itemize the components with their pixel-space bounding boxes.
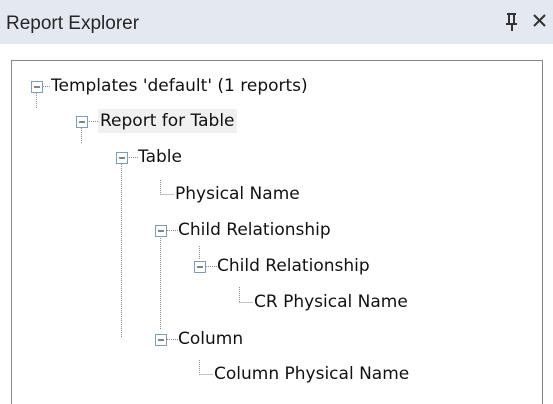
collapse-icon[interactable] bbox=[116, 152, 128, 164]
collapse-icon[interactable] bbox=[194, 261, 206, 273]
tree-node-child-relationship-nested[interactable]: Child Relationship bbox=[215, 254, 372, 278]
collapse-icon[interactable] bbox=[76, 116, 88, 128]
pin-icon[interactable] bbox=[503, 10, 523, 32]
close-icon[interactable] bbox=[530, 11, 550, 31]
panel-title-bar: Report Explorer bbox=[0, 0, 553, 44]
tree-node-report-for-table[interactable]: Report for Table bbox=[98, 109, 237, 133]
report-explorer-panel: Report Explorer Templates 'default' (1 r… bbox=[0, 0, 553, 404]
tree-node-table[interactable]: Table bbox=[136, 145, 184, 169]
tree-node-column[interactable]: Column bbox=[176, 327, 245, 351]
tree-node-cr-physical-name[interactable]: CR Physical Name bbox=[252, 290, 410, 314]
collapse-icon[interactable] bbox=[31, 81, 43, 93]
tree-node-physical-name[interactable]: Physical Name bbox=[173, 182, 302, 206]
tree-node-column-physical-name[interactable]: Column Physical Name bbox=[212, 362, 411, 386]
tree-node-child-relationship[interactable]: Child Relationship bbox=[176, 218, 333, 242]
collapse-icon[interactable] bbox=[155, 334, 167, 346]
panel-title: Report Explorer bbox=[6, 13, 140, 34]
tree-node-templates[interactable]: Templates 'default' (1 reports) bbox=[49, 74, 310, 98]
collapse-icon[interactable] bbox=[155, 225, 167, 237]
